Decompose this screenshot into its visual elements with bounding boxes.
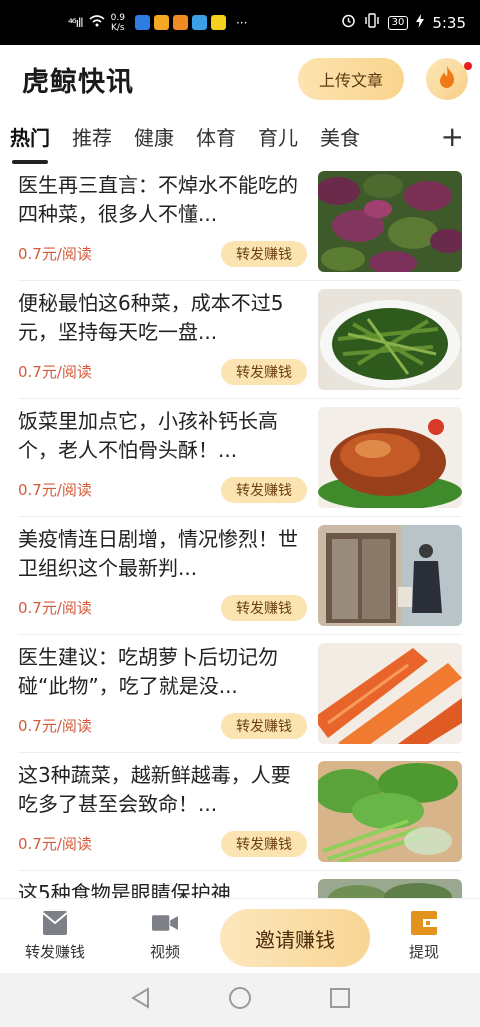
article-reward: 0.7元/阅读 [18, 835, 92, 853]
charging-icon [416, 13, 425, 32]
home-button[interactable] [190, 986, 290, 1014]
speed-unit: K/s [110, 22, 125, 33]
back-triangle-icon [130, 987, 150, 1013]
article-feed[interactable]: 医生再三直言：不焯水不能吃的四种菜，很多人不懂... 0.7元/阅读 转发赚钱 … [0, 163, 480, 898]
app-notification-icon [153, 15, 169, 30]
article-title: 美疫情连日剧增，情况惨烈！世卫组织这个最新判... [18, 527, 298, 580]
video-camera-icon [152, 911, 178, 935]
nav-withdraw-label: 提现 [408, 943, 439, 961]
app-notification-icon [210, 15, 226, 30]
tab-sports[interactable]: 体育 [196, 116, 236, 160]
share-earn-button[interactable]: 转发赚钱 [221, 359, 307, 385]
notification-icons [134, 15, 226, 30]
nav-video-label: 视频 [149, 943, 180, 961]
share-earn-button[interactable]: 转发赚钱 [221, 713, 307, 739]
alarm-icon [341, 13, 356, 32]
list-item[interactable]: 美疫情连日剧增，情况惨烈！世卫组织这个最新判... 0.7元/阅读 转发赚钱 [18, 517, 462, 635]
article-title: 医生再三直言：不焯水不能吃的四种菜，很多人不懂... [18, 173, 298, 226]
tab-hot[interactable]: 热门 [10, 116, 50, 164]
vibrate-icon [364, 13, 380, 32]
home-circle-icon [228, 986, 252, 1014]
nav-share-earn[interactable]: 转发赚钱 [18, 911, 92, 962]
share-earn-button[interactable]: 转发赚钱 [221, 241, 307, 267]
article-thumbnail [318, 525, 462, 626]
mail-share-icon [42, 911, 68, 935]
article-thumbnail [318, 643, 462, 744]
article-reward: 0.7元/阅读 [18, 363, 92, 381]
tab-parenting[interactable]: 育儿 [258, 116, 298, 160]
status-bar: ⁴⁶ıll 0.9 K/s ··· 30 5:35 [0, 0, 480, 45]
add-tab-button[interactable]: + [441, 119, 464, 155]
recents-button[interactable] [290, 987, 390, 1013]
article-title: 这5种食物是眼睛保护神 [18, 881, 231, 898]
upload-article-button[interactable]: 上传文章 [298, 58, 404, 100]
article-reward: 0.7元/阅读 [18, 717, 92, 735]
hot-button[interactable] [426, 58, 472, 100]
fire-icon [437, 65, 457, 93]
share-earn-button[interactable]: 转发赚钱 [221, 595, 307, 621]
nav-withdraw[interactable]: 提现 [396, 911, 452, 962]
wallet-icon [411, 911, 437, 935]
article-thumbnail [318, 171, 462, 272]
article-title: 这3种蔬菜，越新鲜越毒，人要吃多了甚至会致命！... [18, 763, 291, 816]
article-title: 便秘最怕这6种菜，成本不过5元，坚持每天吃一盘... [18, 291, 284, 344]
list-item[interactable]: 便秘最怕这6种菜，成本不过5元，坚持每天吃一盘... 0.7元/阅读 转发赚钱 [18, 281, 462, 399]
app-notification-icon [191, 15, 207, 30]
list-item[interactable]: 饭菜里加点它，小孩补钙长高个，老人不怕骨头酥！... 0.7元/阅读 转发赚钱 [18, 399, 462, 517]
category-tabs: 热门 推荐 健康 体育 育儿 美食 + [0, 113, 480, 164]
share-earn-button[interactable]: 转发赚钱 [221, 477, 307, 503]
signal-icon: ⁴⁶ıll [68, 15, 84, 30]
tab-food[interactable]: 美食 [320, 116, 360, 160]
battery-icon: 30 [387, 15, 409, 30]
more-notifications-icon: ··· [235, 15, 248, 30]
article-reward: 0.7元/阅读 [18, 245, 92, 263]
bottom-navigation: 转发赚钱 视频 邀请赚钱 提现 [0, 898, 480, 973]
network-speed: 0.9 K/s [111, 13, 125, 33]
nav-share-earn-label: 转发赚钱 [24, 943, 85, 961]
invite-earn-button[interactable]: 邀请赚钱 [220, 909, 370, 967]
share-earn-button[interactable]: 转发赚钱 [221, 831, 307, 857]
notification-dot [464, 62, 472, 70]
back-button[interactable] [90, 987, 190, 1013]
list-item[interactable]: 这3种蔬菜，越新鲜越毒，人要吃多了甚至会致命！... 0.7元/阅读 转发赚钱 [18, 753, 462, 871]
article-thumbnail [318, 879, 462, 898]
tab-health[interactable]: 健康 [134, 116, 174, 160]
recents-square-icon [329, 987, 351, 1013]
nav-video[interactable]: 视频 [132, 911, 198, 962]
article-title: 医生建议：吃胡萝卜后切记勿碰“此物”，吃了就是没... [18, 645, 278, 698]
article-reward: 0.7元/阅读 [18, 481, 92, 499]
app-notification-icon [134, 15, 150, 30]
app-title: 虎鲸快讯 [22, 66, 134, 98]
speed-value: 0.9 [110, 12, 125, 23]
list-item[interactable]: 医生再三直言：不焯水不能吃的四种菜，很多人不懂... 0.7元/阅读 转发赚钱 [18, 163, 462, 281]
tab-recommend[interactable]: 推荐 [72, 116, 112, 160]
list-item[interactable]: 这5种食物是眼睛保护神 [18, 871, 462, 898]
system-navigation-bar [0, 973, 480, 1027]
article-title: 饭菜里加点它，小孩补钙长高个，老人不怕骨头酥！... [18, 409, 278, 462]
list-item[interactable]: 医生建议：吃胡萝卜后切记勿碰“此物”，吃了就是没... 0.7元/阅读 转发赚钱 [18, 635, 462, 753]
article-thumbnail [318, 761, 462, 862]
wifi-icon [89, 15, 105, 30]
article-thumbnail [318, 407, 462, 508]
article-thumbnail [318, 289, 462, 390]
article-reward: 0.7元/阅读 [18, 599, 92, 617]
app-header: 虎鲸快讯 上传文章 [0, 45, 480, 113]
app-notification-icon [172, 15, 188, 30]
clock: 5:35 [432, 13, 466, 32]
